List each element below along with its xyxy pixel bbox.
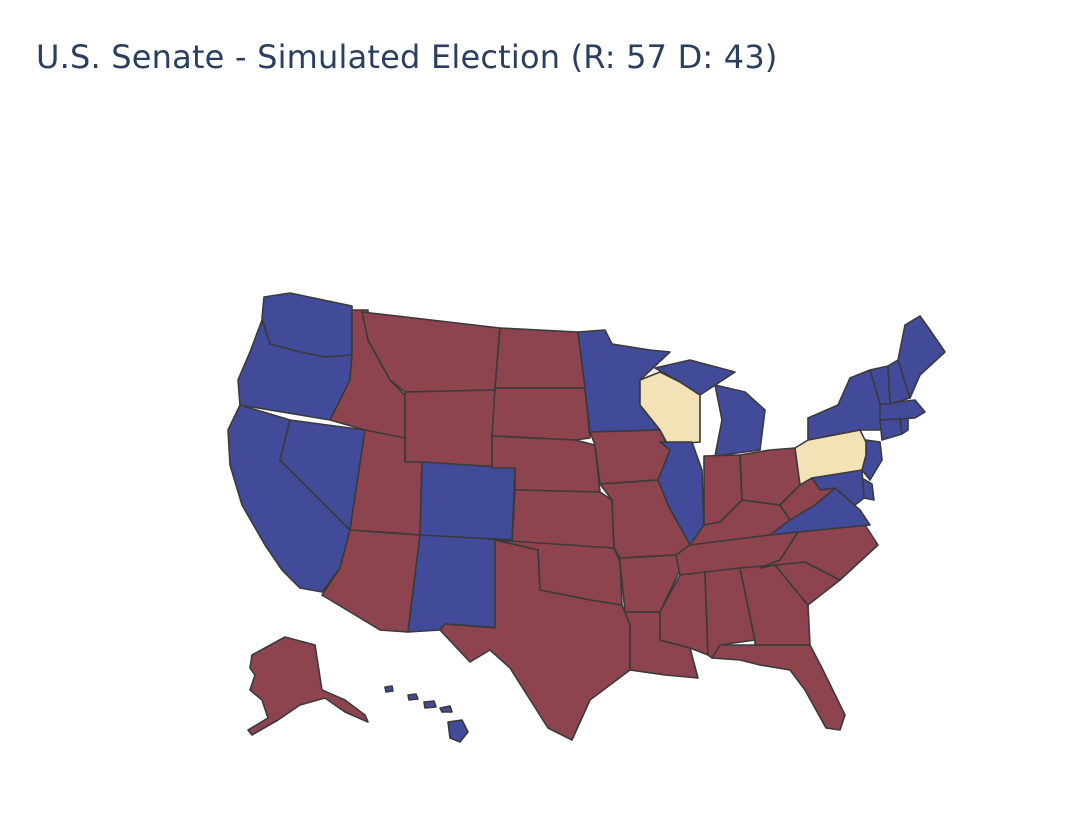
state-co[interactable] [419,461,516,541]
state-fl[interactable] [711,644,846,731]
state-wy[interactable] [404,389,496,471]
state-ak[interactable] [247,636,369,736]
state-nd[interactable] [494,327,586,389]
page: U.S. Senate - Simulated Election (R: 57 … [0,0,1072,826]
state-ia[interactable] [589,429,671,485]
state-ct[interactable] [879,417,903,441]
state-ny[interactable] [807,369,883,441]
state-hi[interactable] [384,685,469,743]
us-senate-map [227,292,946,743]
state-ks[interactable] [511,489,615,549]
state-sd[interactable] [491,387,591,441]
state-ri[interactable] [899,417,909,435]
